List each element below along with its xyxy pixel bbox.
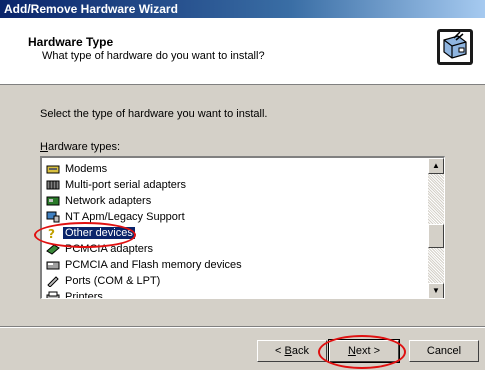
list-item[interactable]: Network adapters: [46, 193, 153, 208]
scroll-down-button[interactable]: ▼: [428, 283, 444, 298]
instruction-text: Select the type of hardware you want to …: [40, 108, 268, 120]
back-button[interactable]: < Back: [257, 340, 327, 362]
wizard-window: Add/Remove Hardware Wizard Hardware Type…: [0, 0, 485, 370]
list-item[interactable]: Printers: [46, 289, 105, 298]
annotation-circle-selection: [34, 222, 136, 248]
list-item[interactable]: PCMCIA and Flash memory devices: [46, 257, 244, 272]
scroll-thumb[interactable]: [428, 224, 444, 248]
list-item[interactable]: Modems: [46, 161, 109, 176]
window-title: Add/Remove Hardware Wizard: [4, 2, 178, 16]
list-item[interactable]: Ports (COM & LPT): [46, 273, 162, 288]
serial-adapter-icon: [46, 180, 60, 189]
cancel-button[interactable]: Cancel: [409, 340, 479, 362]
list-item[interactable]: Multi-port serial adapters: [46, 177, 188, 192]
legacy-support-icon: [46, 211, 60, 222]
vertical-scrollbar[interactable]: ▲ ▼: [428, 158, 444, 298]
flash-memory-icon: [46, 261, 60, 269]
page-subtitle: What type of hardware do you want to ins…: [42, 50, 265, 62]
network-adapter-icon: [46, 196, 60, 205]
button-separator: [0, 326, 485, 328]
scroll-up-button[interactable]: ▲: [428, 158, 444, 174]
modem-icon: [46, 165, 60, 173]
title-bar[interactable]: Add/Remove Hardware Wizard: [0, 0, 485, 18]
wizard-header: Hardware Type What type of hardware do y…: [0, 18, 485, 85]
annotation-circle-next: [318, 335, 406, 369]
port-icon: [47, 275, 59, 287]
page-title: Hardware Type: [28, 35, 114, 49]
printer-icon: [46, 291, 60, 298]
hardware-types-label: Hardware types:: [40, 141, 121, 153]
hardware-wizard-icon: [437, 29, 473, 65]
